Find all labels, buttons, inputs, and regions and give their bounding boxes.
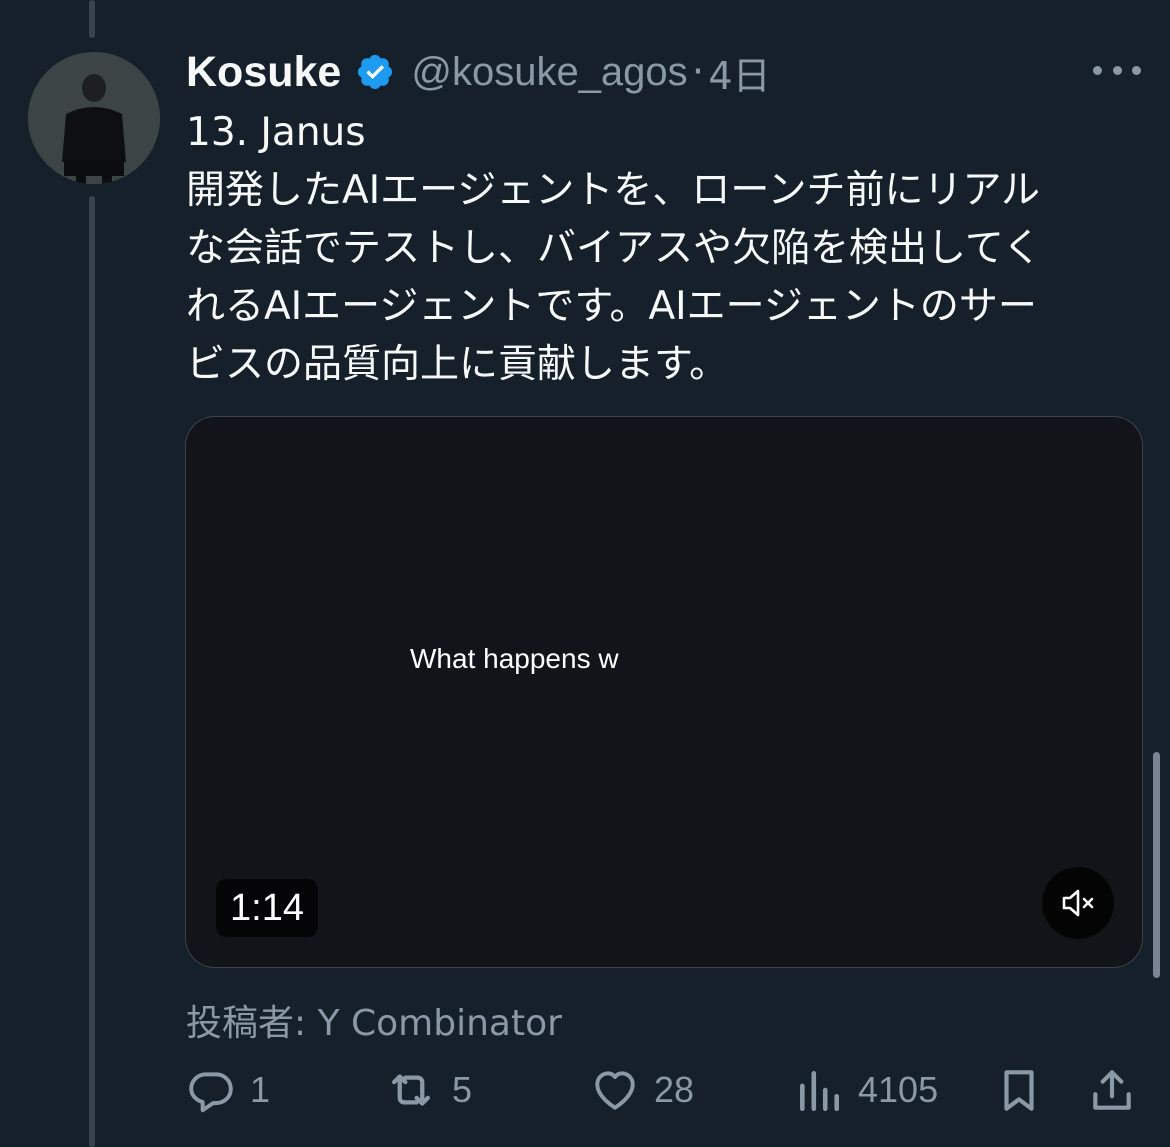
- tweet-line: れるAIエージェントです。AIエージェントのサー: [186, 284, 1037, 329]
- tweet-text: 13. Janus 開発したAIエージェントを、ローンチ前にリアル な会話でテス…: [186, 104, 1126, 394]
- video-player[interactable]: What happens w 1:14: [185, 416, 1143, 968]
- heart-icon: [595, 1071, 635, 1110]
- thread-line-top: [89, 0, 95, 38]
- share-button[interactable]: [1087, 1060, 1137, 1120]
- like-count: 28: [654, 1069, 695, 1110]
- bookmark-button[interactable]: [994, 1060, 1044, 1120]
- retweet-button[interactable]: 5: [384, 1060, 472, 1120]
- views-button[interactable]: 4105: [794, 1060, 938, 1120]
- separator: ·: [691, 49, 705, 95]
- tweet-line: 開発したAIエージェントを、ローンチ前にリアル: [186, 168, 1041, 213]
- author-name[interactable]: Kosuke: [186, 48, 341, 97]
- reply-icon: [189, 1072, 233, 1113]
- views-count: 4105: [858, 1069, 939, 1110]
- reply-count: 1: [250, 1069, 271, 1110]
- mute-button[interactable]: [1042, 867, 1114, 939]
- timestamp[interactable]: 4日: [708, 45, 770, 100]
- avatar-photo: [28, 52, 160, 184]
- views-icon: [800, 1071, 839, 1112]
- tweet-header: Kosuke @kosuke_agos · 4日: [186, 44, 771, 100]
- like-button[interactable]: 28: [590, 1060, 694, 1120]
- tweet-line: な会話でテストし、バイアスや欠陥を検出してく: [186, 226, 1042, 271]
- retweet-count: 5: [452, 1069, 473, 1110]
- posted-by[interactable]: 投稿者: Y Combinator: [186, 994, 562, 1046]
- author-handle[interactable]: @kosuke_agos: [411, 50, 687, 95]
- verified-badge-icon: [355, 52, 395, 92]
- action-bar: 1 5 28 4105: [0, 1060, 1170, 1120]
- reply-button[interactable]: 1: [186, 1060, 270, 1120]
- tweet-line: ビスの品質向上に貢献します。: [186, 342, 729, 387]
- mute-icon: [1062, 889, 1094, 917]
- video-duration: 1:14: [216, 879, 318, 937]
- retweet-icon: [391, 1074, 431, 1106]
- thread-line-bottom: [89, 196, 95, 1147]
- video-caption: What happens w: [410, 643, 619, 674]
- tweet-line: 13. Janus: [186, 110, 366, 155]
- share-icon: [1093, 1070, 1131, 1110]
- bookmark-icon: [1004, 1070, 1034, 1111]
- more-icon[interactable]: [1093, 54, 1141, 86]
- scrollbar[interactable]: [1153, 752, 1160, 978]
- avatar[interactable]: [28, 52, 160, 184]
